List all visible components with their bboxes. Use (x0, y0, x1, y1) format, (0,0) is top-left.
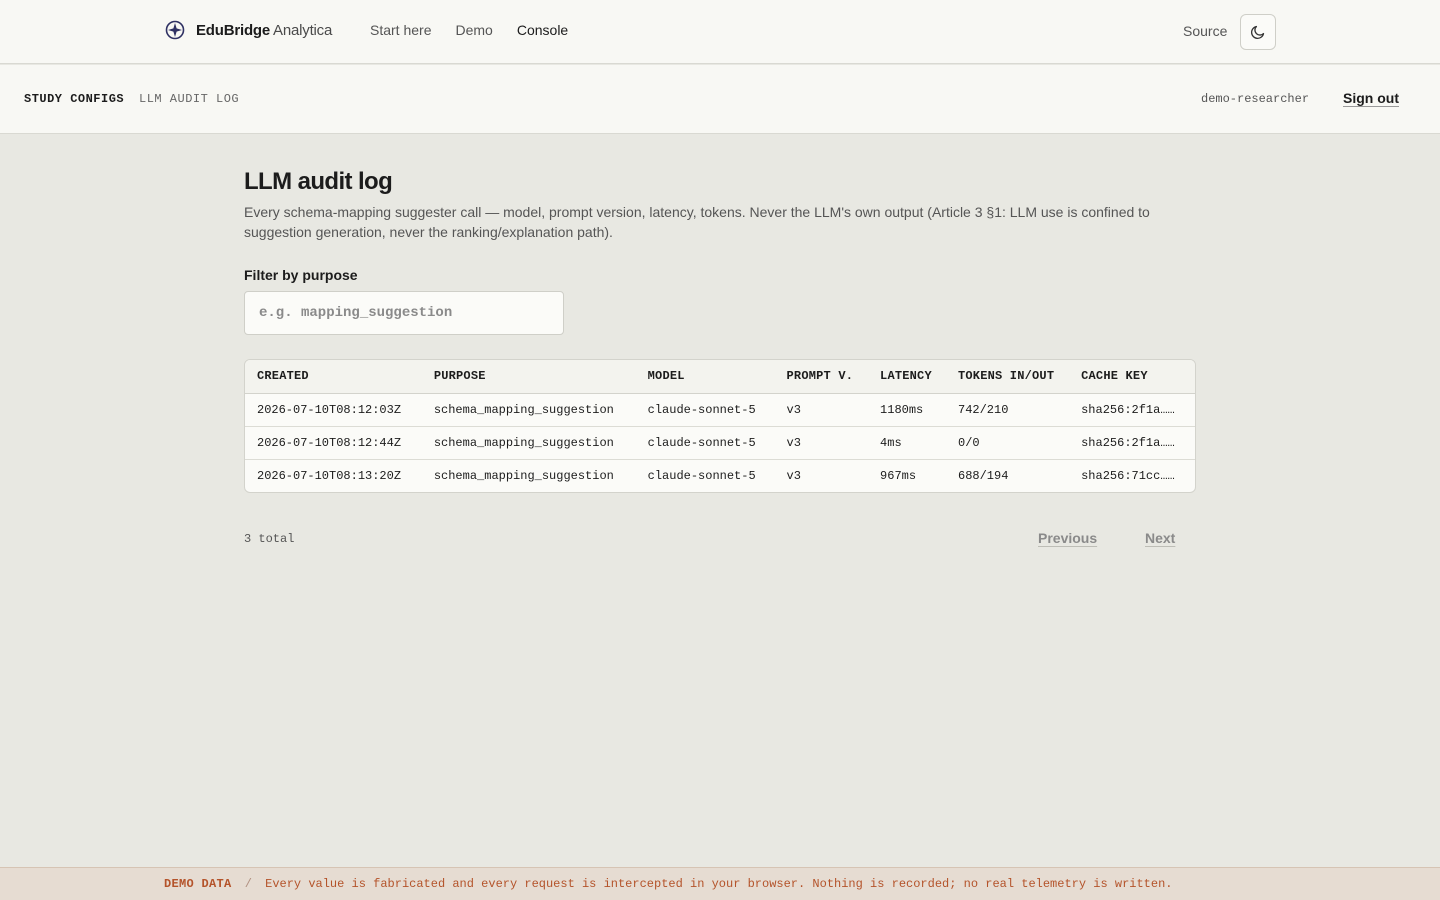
page-description: Every schema-mapping suggester call — mo… (244, 204, 1150, 240)
pagination-bar: 3 total Previous Next (244, 530, 1196, 550)
table-row: 2026-07-10T08:12:44Z schema_mapping_sugg… (245, 426, 1195, 460)
col-purpose: PURPOSE (421, 360, 636, 394)
col-created: CREATED (245, 360, 422, 394)
theme-toggle-button[interactable] (1240, 14, 1276, 50)
cell-cache-key: sha256:2f1a…… (1069, 426, 1195, 460)
purpose-filter-input[interactable] (244, 291, 564, 335)
cell-purpose: schema_mapping_suggestion (421, 426, 636, 460)
brand-name: EduBridge (196, 21, 271, 39)
top-navbar: EduBridge Analytica Start here Demo Cons… (0, 0, 1440, 64)
source-link[interactable]: Source (1183, 23, 1227, 39)
cell-purpose: schema_mapping_suggestion (421, 393, 636, 427)
cell-latency: 1180ms (868, 393, 946, 427)
cell-prompt-version: v3 (774, 426, 869, 460)
table-row: 2026-07-10T08:13:20Z schema_mapping_sugg… (245, 459, 1195, 492)
nav-demo[interactable]: Demo (455, 22, 492, 38)
tab-llm-audit-log[interactable]: LLM AUDIT LOG (139, 92, 239, 106)
col-tokens: TOKENS IN/OUT (946, 360, 1070, 394)
demo-data-banner: DEMO DATA / Every value is fabricated an… (0, 867, 1440, 900)
console-subnav: STUDY CONFIGS LLM AUDIT LOG demo-researc… (0, 65, 1440, 134)
col-prompt-version: PROMPT V. (774, 360, 869, 394)
demo-data-tag: DEMO DATA (164, 877, 232, 891)
nav-start-here[interactable]: Start here (370, 22, 431, 38)
cell-created: 2026-07-10T08:12:03Z (245, 393, 422, 427)
demo-data-notice: Every value is fabricated and every requ… (265, 877, 1173, 891)
main-content: LLM audit log Every schema-mapping sugge… (244, 166, 1196, 550)
brand-logo-link[interactable]: EduBridge Analytica (165, 18, 332, 42)
cell-cache-key: sha256:71cc…… (1081, 468, 1175, 483)
total-count: 3 total (244, 532, 295, 546)
cell-latency: 967ms (880, 468, 917, 483)
previous-page-button[interactable]: Previous (1038, 530, 1097, 546)
cell-model: claude-sonnet-5 (647, 468, 756, 483)
col-latency: LATENCY (868, 360, 946, 394)
cell-latency: 4ms (868, 426, 946, 460)
banner-separator: / (244, 877, 252, 891)
page-title: LLM audit log (244, 168, 393, 195)
cell-tokens: 688/194 (958, 468, 1009, 483)
compass-logo-icon (165, 20, 185, 40)
audit-log-table: CREATED PURPOSE MODEL PROMPT V. LATENCY … (245, 360, 1195, 492)
cell-tokens: 0/0 (946, 426, 1070, 460)
cell-cache-key: sha256:2f1a…… (1069, 393, 1195, 427)
cell-prompt-version: v3 (774, 393, 869, 427)
cell-model: claude-sonnet-5 (635, 426, 775, 460)
nav-console[interactable]: Console (517, 22, 568, 38)
table-row: 2026-07-10T08:12:03Z schema_mapping_sugg… (245, 393, 1195, 427)
col-model: MODEL (635, 360, 775, 394)
cell-model: claude-sonnet-5 (635, 393, 775, 427)
table-header-row: CREATED PURPOSE MODEL PROMPT V. LATENCY … (245, 360, 1195, 394)
cell-prompt-version: v3 (786, 468, 801, 483)
cell-tokens: 742/210 (946, 393, 1070, 427)
brand-subtitle: Analytica (273, 21, 333, 39)
moon-icon (1250, 25, 1265, 40)
tab-study-configs[interactable]: STUDY CONFIGS (24, 92, 124, 106)
filter-label: Filter by purpose (244, 267, 358, 283)
col-cache-key: CACHE KEY (1069, 360, 1195, 394)
audit-table-container: CREATED PURPOSE MODEL PROMPT V. LATENCY … (244, 359, 1196, 493)
main-nav: Start here Demo Console (370, 22, 568, 38)
cell-created: 2026-07-10T08:13:20Z (257, 468, 402, 483)
current-user: demo-researcher (1201, 92, 1310, 106)
cell-purpose: schema_mapping_suggestion (433, 468, 614, 483)
sign-out-button[interactable]: Sign out (1343, 90, 1399, 106)
cell-created: 2026-07-10T08:12:44Z (245, 426, 422, 460)
next-page-button[interactable]: Next (1145, 530, 1175, 546)
